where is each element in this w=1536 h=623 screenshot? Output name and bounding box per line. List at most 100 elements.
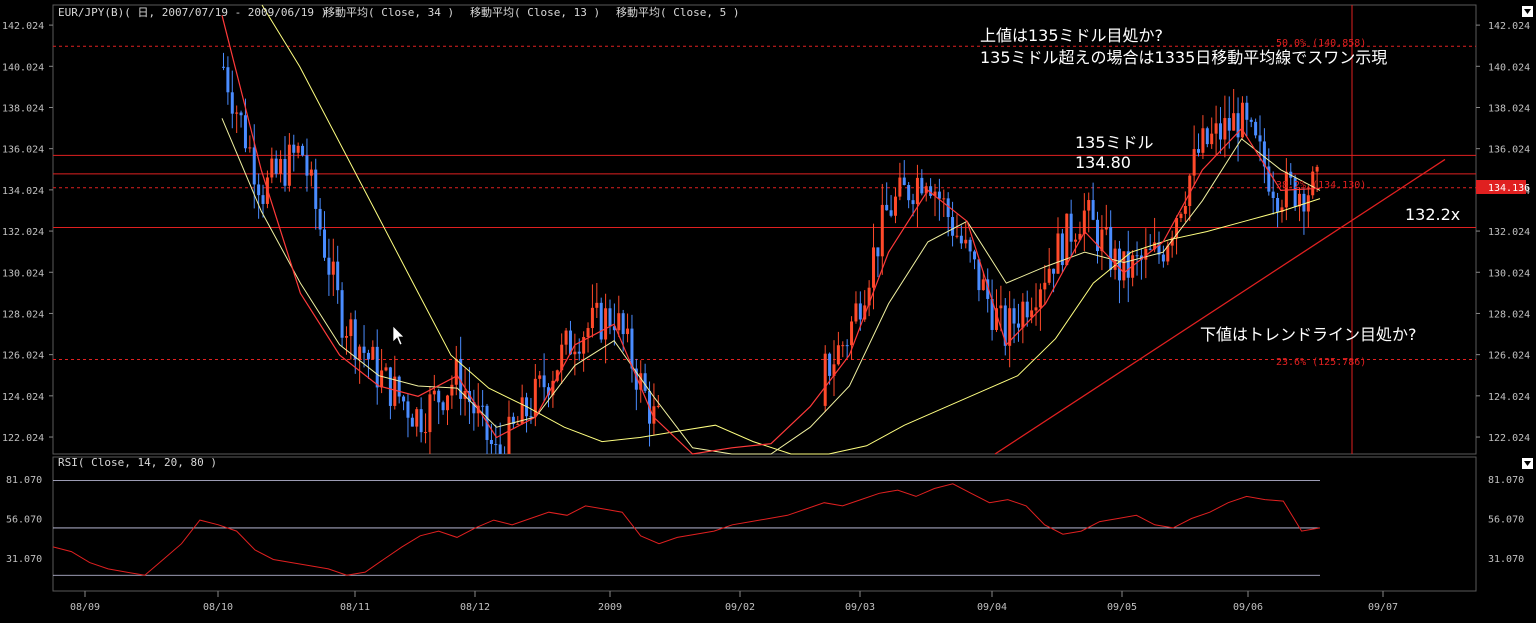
candle-body [1021, 301, 1025, 328]
candle-body [222, 66, 225, 68]
fib-50-label: 50.0% (140.858) [1276, 38, 1366, 49]
y-tick-label-left: 130.024 [2, 268, 44, 279]
candle-body [252, 147, 256, 185]
annotation-top-line1: 上値は135ミドル目処か? [980, 26, 1163, 45]
candle-body [257, 184, 261, 196]
candle-body [1197, 149, 1201, 153]
candle-body [885, 204, 889, 211]
time-axis: 08/09 08/10 08/11 08/12 2009 09/02 09/03 09/04 0… [70, 591, 1398, 613]
annotation-132-2x: 132.2x [1405, 205, 1460, 224]
candle-body [1025, 301, 1029, 318]
candle-body [388, 367, 392, 406]
candle-body [353, 319, 357, 360]
candle-body [590, 307, 594, 329]
candle-body [898, 177, 902, 197]
last-price-label: 134.136 [1488, 183, 1530, 194]
candle-body [1218, 123, 1222, 140]
candle-body [292, 144, 296, 153]
candles-group [222, 52, 1319, 454]
candle-body [1223, 118, 1227, 140]
candle-body [301, 145, 305, 156]
x-tick-label: 2009 [598, 602, 622, 613]
candle-body [362, 346, 366, 353]
x-tick-label: 09/03 [845, 602, 875, 613]
candle-body [981, 279, 985, 291]
candle-body [432, 390, 436, 395]
y-tick-label-right: 122.024 [1488, 433, 1530, 444]
candle-body [428, 394, 432, 433]
y-tick-label-right: 128.024 [1488, 309, 1530, 320]
candle-body [955, 235, 959, 237]
candle-body [283, 158, 287, 186]
rsi-tick-label-left: 56.070 [6, 514, 42, 525]
candle-body [494, 444, 498, 446]
y-tick-label-left: 140.024 [2, 62, 44, 73]
candle-body [595, 302, 599, 308]
candle-body [287, 144, 291, 186]
candle-body [248, 147, 252, 149]
candle-body [441, 402, 445, 411]
candle-body [1183, 205, 1187, 214]
candle-body [1012, 308, 1016, 324]
candle-body [911, 200, 915, 205]
x-tick-label: 08/11 [340, 602, 370, 613]
candle-body [481, 405, 485, 407]
candle-body [564, 330, 568, 345]
candle-body [270, 158, 274, 178]
candle-body [586, 328, 590, 338]
y-tick-label-left: 132.024 [2, 227, 44, 238]
candle-body [424, 432, 428, 434]
candle-body [529, 416, 533, 418]
candle-body [450, 384, 454, 396]
y-tick-label-left: 134.024 [2, 186, 44, 197]
candle-body [366, 352, 370, 360]
candle-body [309, 169, 313, 176]
rsi-group [52, 480, 1321, 576]
candle-body [397, 376, 401, 397]
candle-body [406, 401, 410, 418]
candle-body [1271, 191, 1275, 198]
candle-body [841, 345, 845, 347]
price-panel-collapse-button[interactable] [1522, 6, 1533, 17]
candle-body [437, 390, 441, 403]
y-tick-label-right: 136.024 [1488, 145, 1530, 156]
rsi-panel-collapse-button[interactable] [1522, 458, 1533, 469]
candle-body [371, 346, 375, 360]
candle-body [454, 358, 458, 385]
candle-body [1135, 255, 1139, 257]
candle-body [920, 177, 924, 194]
candle-body [384, 367, 388, 371]
candle-body [1210, 133, 1214, 145]
candle-body [1179, 213, 1183, 219]
candle-body [937, 191, 941, 199]
candle-body [964, 239, 968, 244]
candle-body [323, 229, 327, 258]
candle-body [1122, 251, 1126, 281]
candle-body [893, 196, 897, 216]
y-tick-label-left: 136.024 [2, 145, 44, 156]
y-tick-label-left: 128.024 [2, 309, 44, 320]
ma34-label: 移動平均( Close, 34 ) [324, 5, 454, 19]
candle-body [226, 67, 230, 93]
x-tick-label: 09/07 [1368, 602, 1398, 613]
candle-body [845, 345, 849, 347]
y-tick-label-left: 142.024 [2, 21, 44, 32]
ma13-label: 移動平均( Close, 13 ) [470, 5, 600, 19]
candle-body [573, 351, 577, 355]
candle-body [340, 290, 344, 338]
candle-body [1315, 166, 1319, 172]
fib-382-label: 38.2% (134.130) [1276, 180, 1366, 191]
candle-body [538, 375, 542, 379]
y-tick-label-left: 126.024 [2, 351, 44, 362]
candle-body [230, 92, 234, 114]
candle-body [243, 115, 247, 149]
candle-body [1047, 268, 1051, 283]
candle-body [349, 319, 353, 337]
candle-body [314, 169, 318, 209]
rsi-tick-label-left: 81.070 [6, 475, 42, 486]
candle-body [604, 308, 608, 340]
candle-body [1069, 213, 1073, 242]
rsi-tick-label-right: 31.070 [1488, 554, 1524, 565]
candle-body [626, 328, 630, 335]
price-panel-frame [52, 4, 1477, 455]
